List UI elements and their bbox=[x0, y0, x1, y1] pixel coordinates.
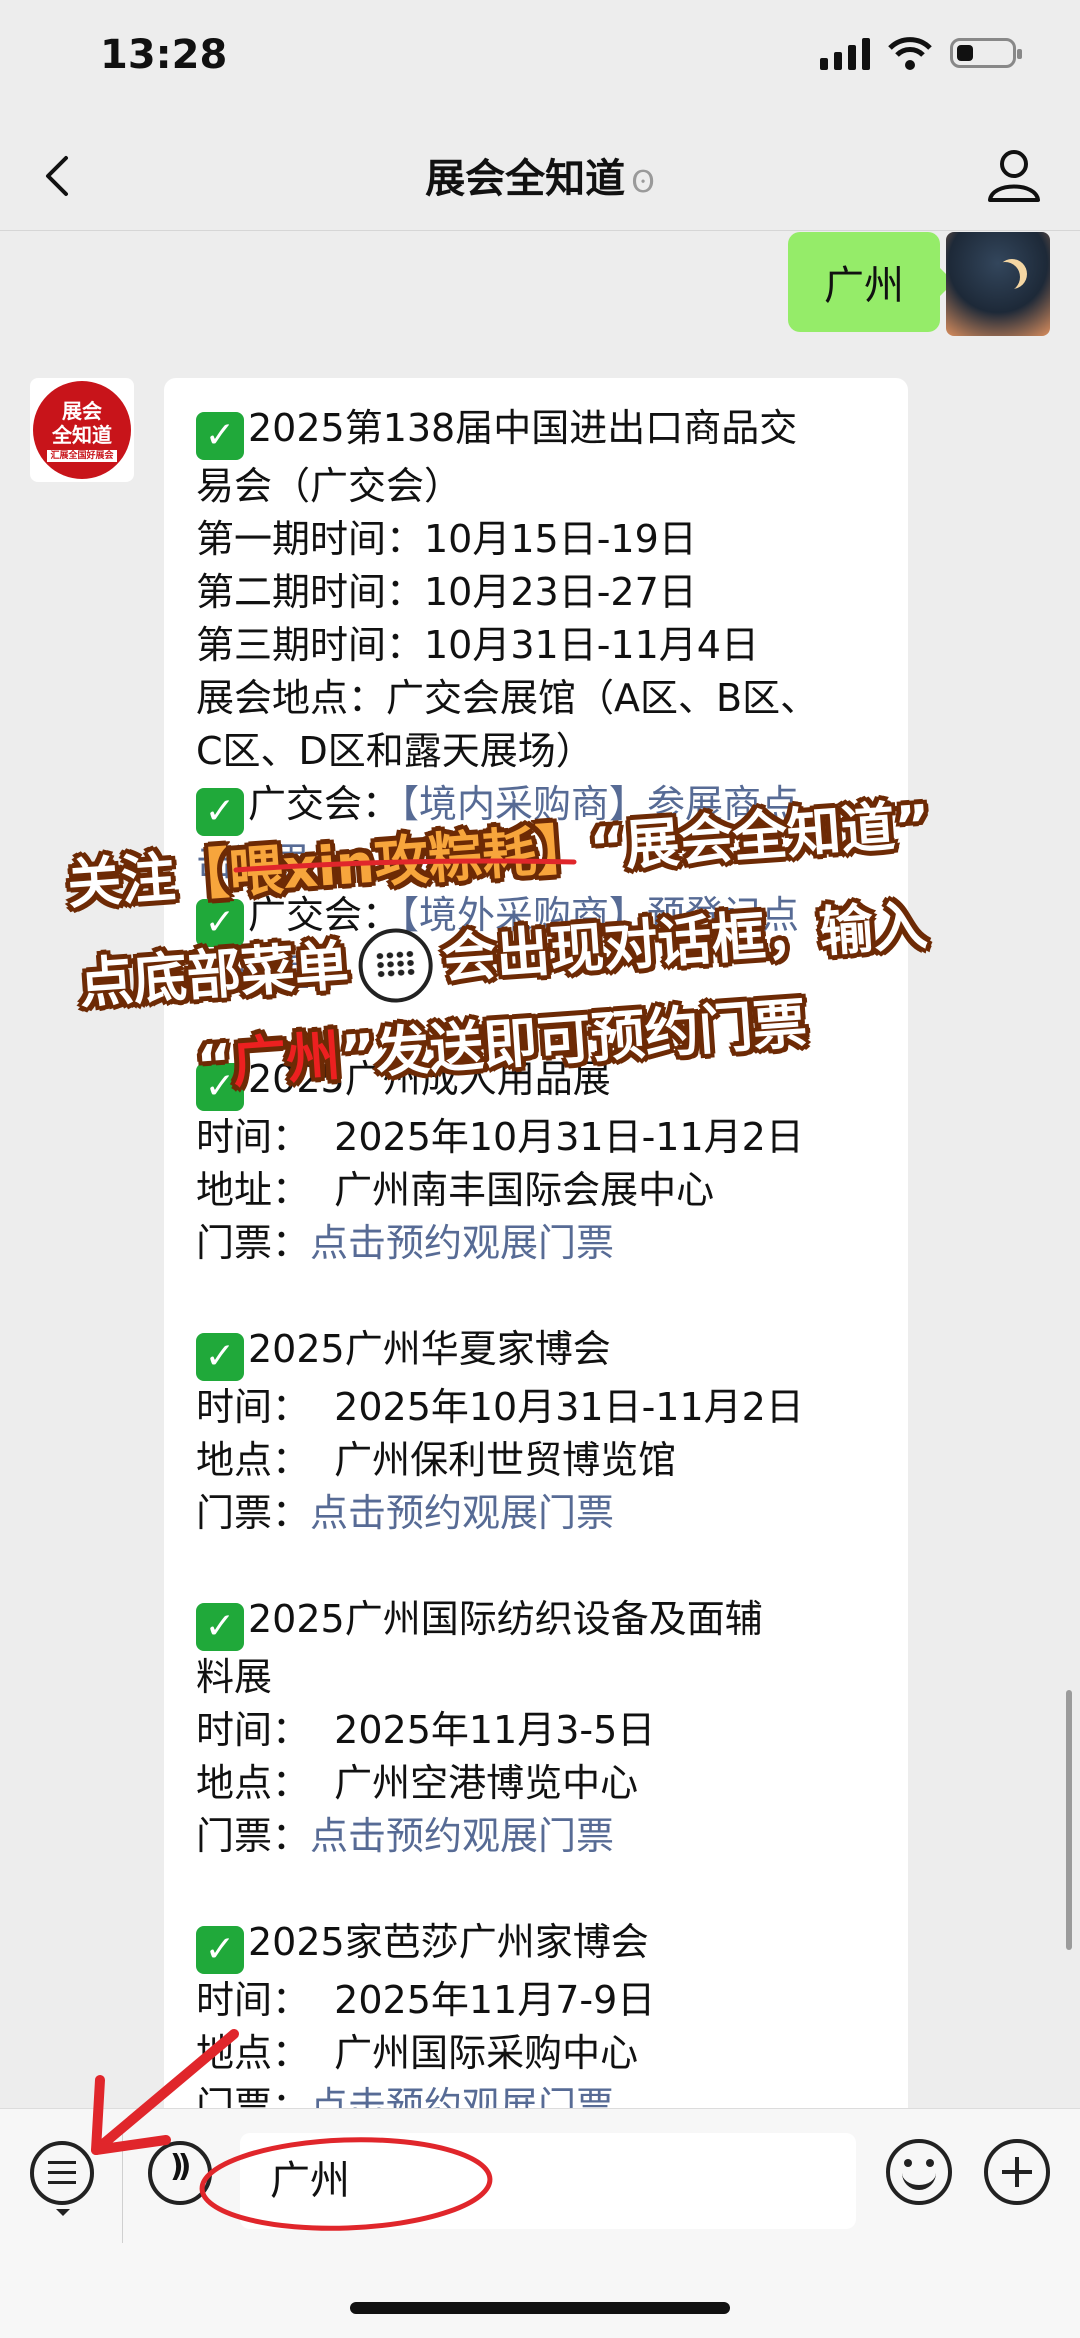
chat-title: 展会全知道 ʘ bbox=[0, 146, 1080, 204]
bot-logo-tagline: 汇展全国好展会 bbox=[47, 449, 117, 462]
bot-logo: 展会 全知道 汇展全国好展会 bbox=[33, 381, 131, 479]
canton-overseas-link[interactable]: 【境外采购商】预登记点 bbox=[400, 893, 799, 937]
caret-icon bbox=[56, 2209, 70, 2223]
exhibition-place: 地点： 广州国际采购中心 bbox=[196, 2031, 639, 2075]
bot-reply-text: ✓ 2025第138届中国进出口商品交 易会（广交会） 第一期时间：10月15日-… bbox=[164, 378, 908, 2128]
check-icon: ✓ bbox=[196, 788, 244, 836]
exhibition-time: 时间： 2025年10月31日-11月2日 bbox=[196, 1115, 804, 1159]
canton-domestic-link[interactable]: 【境内采购商】参展商点 bbox=[400, 782, 799, 826]
ticket-link[interactable]: 点击预约观展门票 bbox=[310, 1221, 614, 1265]
bot-avatar[interactable]: 展会 全知道 汇展全国好展会 bbox=[30, 378, 134, 482]
exhibition-ticket: 门票：点击预约观展门票 bbox=[196, 1221, 615, 1265]
check-icon: ✓ bbox=[196, 1333, 244, 1381]
canton-overseas-line-2: 击这里 bbox=[196, 947, 876, 1000]
reply-line: 展会地点：广交会展馆（A区、B区、 bbox=[196, 676, 819, 720]
check-icon: ✓ bbox=[196, 412, 244, 460]
bot-logo-line1: 展会 bbox=[62, 398, 102, 423]
exhibition-ticket: 门票：点击预约观展门票 bbox=[196, 1814, 615, 1858]
plus-icon[interactable] bbox=[984, 2139, 1050, 2205]
check-icon: ✓ bbox=[196, 1926, 244, 1974]
exhibition-time: 时间： 2025年10月31日-11月2日 bbox=[196, 1385, 804, 1429]
status-time: 13:28 bbox=[100, 32, 228, 78]
canton-domestic-line: ✓ 广交会：【境内采购商】参展商点 bbox=[196, 778, 876, 836]
canton-overseas-link-tail[interactable]: 击这里 bbox=[196, 951, 310, 995]
exhibition-place: 地点： 广州保利世贸博览馆 bbox=[196, 1438, 677, 1482]
user-profile-icon[interactable] bbox=[984, 144, 1044, 204]
exhibition-ticket: 门票：点击预约观展门票 bbox=[196, 1491, 615, 1535]
my-message-text: 广州 bbox=[824, 263, 904, 309]
reply-line: 第二期时间：10月23日-27日 bbox=[196, 570, 697, 614]
exhibition-title: ✓ 2025家芭莎广州家博会 bbox=[196, 1916, 876, 1974]
reply-line: 第一期时间：10月15日-19日 bbox=[196, 517, 697, 561]
wifi-icon bbox=[888, 37, 932, 70]
my-message-bubble[interactable]: 广州 bbox=[788, 232, 954, 332]
reply-line: ✓ 2025第138届中国进出口商品交 bbox=[196, 402, 876, 460]
exhibition-place: 地点： 广州空港博览中心 bbox=[196, 1761, 639, 1805]
signal-icon bbox=[820, 36, 870, 70]
reply-line: C区、D区和露天展场） bbox=[196, 729, 594, 773]
exhibition-title: ✓ 2025广州成人用品展 bbox=[196, 1053, 876, 1111]
exhibition-title: ✓ 2025广州国际纺织设备及面辅 bbox=[196, 1593, 876, 1651]
status-icons bbox=[820, 36, 1022, 70]
exhibition-time: 时间： 2025年11月3-5日 bbox=[196, 1708, 656, 1752]
exhibition-title-cont: 料展 bbox=[196, 1655, 273, 1699]
voice-icon[interactable] bbox=[148, 2141, 212, 2205]
message-input[interactable]: 广州 bbox=[240, 2133, 856, 2229]
divider bbox=[122, 2125, 123, 2243]
status-bar: 13:28 bbox=[0, 0, 1080, 120]
exhibition-title: ✓ 2025广州华夏家博会 bbox=[196, 1323, 876, 1381]
exhibition-time: 时间： 2025年11月7-9日 bbox=[196, 1978, 656, 2022]
canton-domestic-line-2: 击这里 bbox=[196, 836, 876, 889]
my-avatar[interactable] bbox=[946, 232, 1050, 336]
reply-line: 易会（广交会） bbox=[196, 464, 463, 508]
ticket-link[interactable]: 点击预约观展门票 bbox=[310, 1814, 614, 1858]
canton-domestic-link-tail[interactable]: 击这里 bbox=[196, 840, 310, 884]
exhibition-place: 地址： 广州南丰国际会展中心 bbox=[196, 1168, 715, 1212]
scrollbar[interactable] bbox=[1066, 1690, 1072, 1950]
bot-reply-bubble[interactable]: ✓ 2025第138届中国进出口商品交 易会（广交会） 第一期时间：10月15日-… bbox=[164, 378, 908, 2128]
bot-logo-line2: 全知道 bbox=[52, 422, 112, 447]
check-icon: ✓ bbox=[196, 899, 244, 947]
canton-overseas-line: ✓ 广交会：【境外采购商】预登记点 bbox=[196, 889, 876, 947]
battery-icon bbox=[950, 38, 1022, 68]
check-icon: ✓ bbox=[196, 1063, 244, 1111]
ear-icon: ʘ bbox=[631, 165, 655, 200]
reply-line: 第三期时间：10月31日-11月4日 bbox=[196, 623, 759, 667]
menu-toggle-icon[interactable] bbox=[30, 2141, 94, 2205]
home-indicator bbox=[350, 2302, 730, 2314]
chat-title-text: 展会全知道 bbox=[425, 156, 626, 202]
check-icon: ✓ bbox=[196, 1603, 244, 1651]
nav-bar: 展会全知道 ʘ bbox=[0, 120, 1080, 231]
ticket-link[interactable]: 点击预约观展门票 bbox=[310, 1491, 614, 1535]
emoji-icon[interactable] bbox=[886, 2139, 952, 2205]
